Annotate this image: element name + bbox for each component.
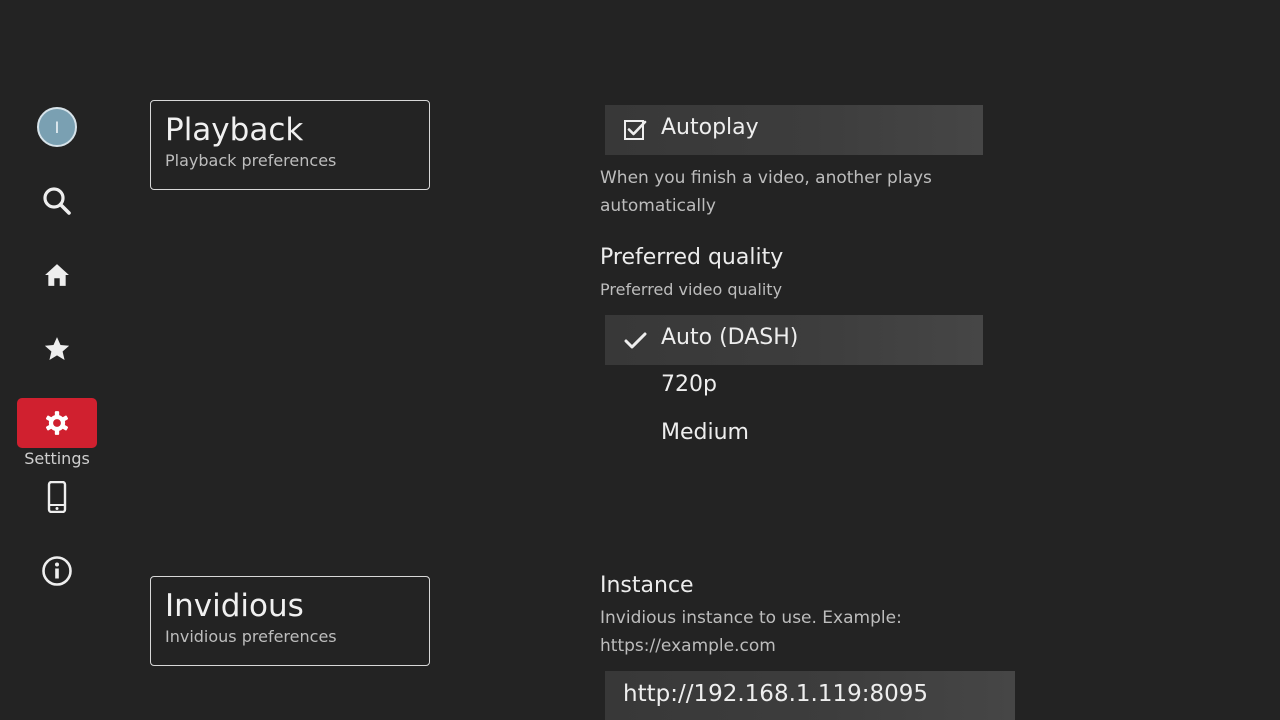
quality-option-auto[interactable]: Auto (DASH) — [605, 315, 983, 365]
quality-option-label: 720p — [661, 372, 717, 397]
nav-remote[interactable] — [17, 472, 97, 522]
section-playback-title: Playback — [165, 112, 304, 148]
nav-bookmarks[interactable] — [17, 324, 97, 374]
instance-title: Instance — [600, 573, 694, 598]
quality-option-label: Medium — [661, 420, 749, 445]
instance-input[interactable]: http://192.168.1.119:8095 — [605, 671, 1015, 720]
autoplay-help-line2: automatically — [600, 196, 716, 216]
quality-subtitle: Preferred video quality — [600, 280, 783, 299]
nav-about[interactable] — [17, 546, 97, 596]
quality-option-medium[interactable]: Medium — [605, 410, 983, 458]
section-invidious-subtitle: Invidious preferences — [165, 627, 337, 646]
instance-input-value: http://192.168.1.119:8095 — [623, 681, 929, 707]
section-invidious[interactable]: Invidious Invidious preferences — [150, 576, 430, 666]
settings-screen: I Settings Playback Playback preferences… — [0, 0, 1280, 720]
gear-icon — [45, 411, 69, 435]
home-icon — [45, 264, 69, 286]
autoplay-checkbox[interactable]: Autoplay — [605, 105, 983, 155]
info-icon — [42, 556, 72, 586]
section-invidious-title: Invidious — [165, 588, 304, 624]
phone-icon — [47, 481, 67, 513]
quality-option-label: Auto (DASH) — [661, 325, 799, 350]
star-icon — [44, 337, 70, 360]
nav-settings[interactable] — [17, 398, 97, 448]
quality-title: Preferred quality — [600, 245, 784, 270]
nav-search[interactable] — [17, 176, 97, 226]
instance-help-line2: https://example.com — [600, 636, 776, 656]
avatar-letter: I — [54, 117, 60, 137]
section-playback[interactable]: Playback Playback preferences — [150, 100, 430, 190]
instance-help-line1: Invidious instance to use. Example: — [600, 608, 902, 628]
checkmark-icon — [624, 332, 647, 349]
checkbox-checked-icon — [624, 120, 647, 140]
search-icon — [43, 187, 71, 215]
autoplay-label: Autoplay — [661, 115, 759, 140]
quality-option-720p[interactable]: 720p — [605, 362, 983, 410]
nav-settings-caption: Settings — [24, 449, 90, 468]
nav-home[interactable] — [17, 250, 97, 300]
section-playback-subtitle: Playback preferences — [165, 151, 337, 170]
profile-avatar[interactable]: I — [37, 107, 77, 147]
autoplay-help-line1: When you finish a video, another plays — [600, 168, 932, 188]
